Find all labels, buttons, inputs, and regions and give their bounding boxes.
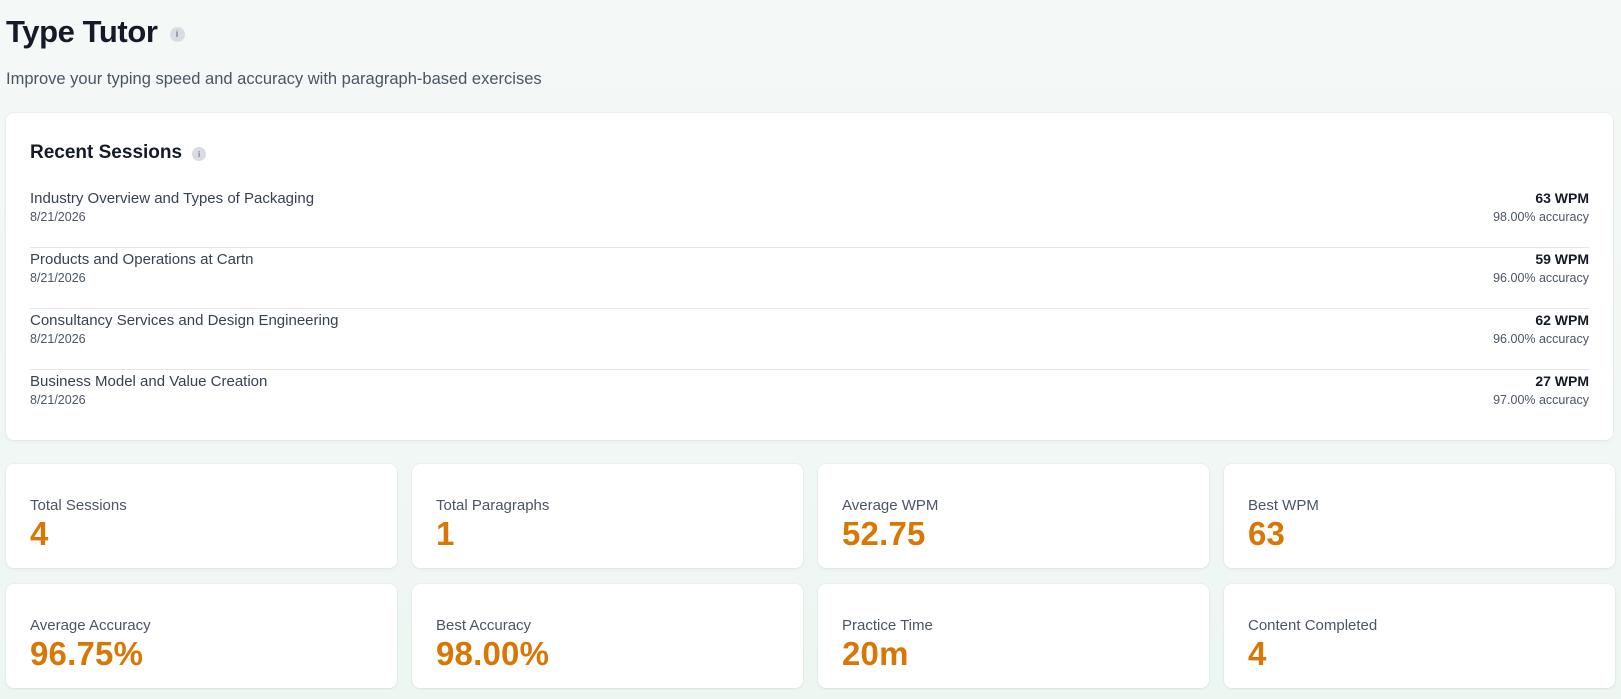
session-metrics: 27 WPM 97.00% accuracy: [1493, 372, 1589, 408]
session-info: Business Model and Value Creation 8/21/2…: [30, 372, 267, 408]
stat-value: 20m: [842, 635, 909, 672]
session-row[interactable]: Products and Operations at Cartn 8/21/20…: [30, 248, 1589, 309]
session-wpm: 63 WPM: [1535, 190, 1589, 206]
stat-card-average-wpm: Average WPM 52.75: [818, 464, 1209, 568]
stat-label: Best Accuracy: [436, 617, 532, 634]
stat-card-best-accuracy: Best Accuracy 98.00%: [412, 584, 803, 688]
recent-sessions-card: Recent Sessions i Industry Overview and …: [6, 113, 1613, 440]
page-header: Type Tutor i Improve your typing speed a…: [6, 12, 542, 89]
stat-label: Average Accuracy: [30, 617, 151, 634]
session-wpm: 62 WPM: [1535, 312, 1589, 328]
session-wpm: 27 WPM: [1535, 373, 1589, 389]
page-subtitle: Improve your typing speed and accuracy w…: [6, 70, 542, 88]
session-accuracy: 96.00% accuracy: [1493, 332, 1589, 346]
session-accuracy: 98.00% accuracy: [1493, 210, 1589, 224]
stat-card-total-sessions: Total Sessions 4: [6, 464, 397, 568]
session-metrics: 59 WPM 96.00% accuracy: [1493, 250, 1589, 286]
session-row[interactable]: Consultancy Services and Design Engineer…: [30, 309, 1589, 370]
stat-label: Total Paragraphs: [436, 497, 550, 514]
title-row: Type Tutor i: [6, 12, 542, 52]
session-date: 8/21/2026: [30, 210, 86, 224]
stat-value: 63: [1248, 515, 1286, 552]
stat-value: 4: [1248, 635, 1267, 672]
stat-label: Average WPM: [842, 497, 939, 514]
recent-sessions-title: Recent Sessions: [30, 142, 183, 163]
stat-label: Content Completed: [1248, 617, 1378, 634]
stat-card-total-paragraphs: Total Paragraphs 1: [412, 464, 803, 568]
session-accuracy: 97.00% accuracy: [1493, 393, 1589, 407]
info-icon[interactable]: i: [192, 147, 207, 161]
page-title: Type Tutor: [6, 14, 158, 49]
session-wpm: 59 WPM: [1535, 251, 1589, 267]
stat-value: 52.75: [842, 515, 926, 552]
session-info: Industry Overview and Types of Packaging…: [30, 189, 314, 225]
stat-card-best-wpm: Best WPM 63: [1224, 464, 1615, 568]
session-name: Industry Overview and Types of Packaging: [30, 190, 315, 207]
stat-card-average-accuracy: Average Accuracy 96.75%: [6, 584, 397, 688]
session-row[interactable]: Industry Overview and Types of Packaging…: [30, 187, 1589, 248]
session-name: Business Model and Value Creation: [30, 373, 268, 390]
stat-value: 96.75%: [30, 635, 144, 672]
session-accuracy: 96.00% accuracy: [1493, 271, 1589, 285]
session-row[interactable]: Business Model and Value Creation 8/21/2…: [30, 370, 1589, 431]
session-name: Products and Operations at Cartn: [30, 251, 254, 268]
session-date: 8/21/2026: [30, 332, 86, 346]
stat-card-content-completed: Content Completed 4: [1224, 584, 1615, 688]
session-date: 8/21/2026: [30, 271, 86, 285]
stat-card-practice-time: Practice Time 20m: [818, 584, 1209, 688]
stat-label: Practice Time: [842, 617, 933, 634]
session-date: 8/21/2026: [30, 393, 86, 407]
session-name: Consultancy Services and Design Engineer…: [30, 312, 339, 329]
stat-value: 4: [30, 515, 49, 552]
stat-label: Total Sessions: [30, 497, 127, 514]
stat-label: Best WPM: [1248, 497, 1319, 514]
session-list: Industry Overview and Types of Packaging…: [30, 187, 1589, 431]
session-metrics: 63 WPM 98.00% accuracy: [1493, 189, 1589, 225]
stat-value: 1: [436, 515, 455, 552]
recent-sessions-header: Recent Sessions i: [30, 141, 207, 165]
session-info: Consultancy Services and Design Engineer…: [30, 311, 339, 347]
session-metrics: 62 WPM 96.00% accuracy: [1493, 311, 1589, 347]
info-icon[interactable]: i: [169, 26, 185, 42]
stat-value: 98.00%: [436, 635, 550, 672]
session-info: Products and Operations at Cartn 8/21/20…: [30, 250, 253, 286]
